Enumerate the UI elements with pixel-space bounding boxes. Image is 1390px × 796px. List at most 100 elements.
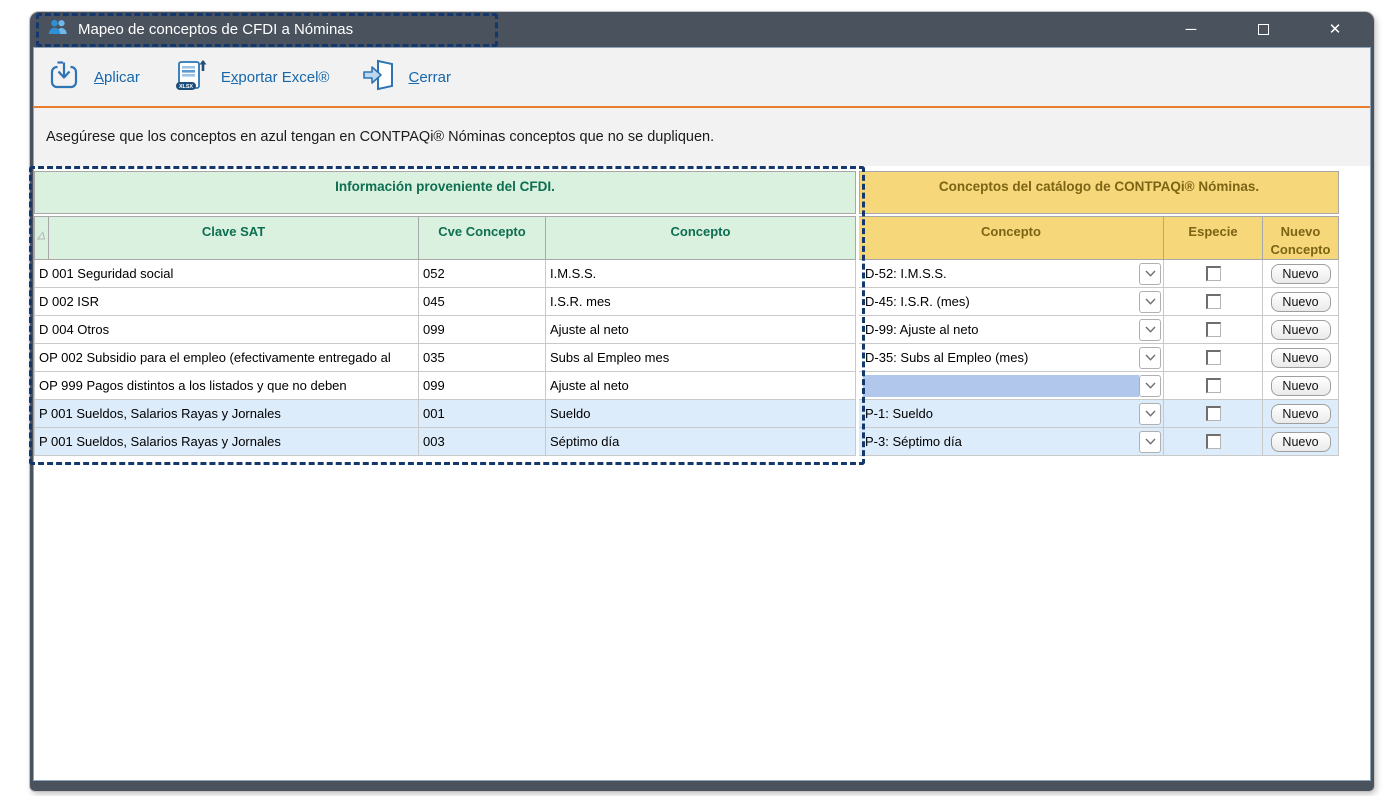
- cell-cve-concepto: 035: [419, 344, 546, 372]
- especie-checkbox[interactable]: [1206, 322, 1221, 337]
- cell-especie: [1164, 316, 1263, 344]
- window-content: Aplicar XLSX Exportar Excel®: [33, 47, 1371, 781]
- table-row: OP 999 Pagos distintos a los listados y …: [34, 372, 1339, 400]
- especie-checkbox[interactable]: [1206, 294, 1221, 309]
- cell-concepto-nominas: D-45: I.S.R. (mes): [859, 288, 1164, 316]
- sort-ascending-icon[interactable]: △: [36, 229, 47, 243]
- dropdown-value: D-35: Subs al Empleo (mes): [863, 347, 1139, 369]
- minimize-button[interactable]: ─: [1182, 21, 1200, 39]
- nuevo-concepto-button[interactable]: Nuevo: [1271, 376, 1331, 396]
- instruction-text: Asegúrese que los conceptos en azul teng…: [34, 108, 1370, 166]
- cell-concepto: I.M.S.S.: [546, 260, 856, 288]
- titlebar[interactable]: Mapeo de conceptos de CFDI a Nóminas ─ ✕: [30, 12, 1374, 47]
- cell-concepto-nominas: D-35: Subs al Empleo (mes): [859, 344, 1164, 372]
- cell-nuevo-concepto: Nuevo: [1263, 316, 1339, 344]
- aplicar-label: Aplicar: [94, 69, 140, 86]
- cerrar-label: Cerrar: [408, 69, 451, 86]
- cerrar-button[interactable]: Cerrar: [361, 57, 451, 98]
- especie-checkbox[interactable]: [1206, 406, 1221, 421]
- table-row: P 001 Sueldos, Salarios Rayas y Jornales…: [34, 400, 1339, 428]
- especie-checkbox[interactable]: [1206, 378, 1221, 393]
- cell-nuevo-concepto: Nuevo: [1263, 288, 1339, 316]
- concepto-dropdown[interactable]: D-52: I.M.S.S.: [863, 262, 1161, 286]
- group-header-row: Información proveniente del CFDI. Concep…: [34, 171, 1339, 214]
- nuevo-concepto-button[interactable]: Nuevo: [1271, 404, 1331, 424]
- nuevo-concepto-button[interactable]: Nuevo: [1271, 264, 1331, 284]
- cell-clave-sat: D 004 Otros: [34, 316, 419, 344]
- chevron-down-icon[interactable]: [1139, 319, 1161, 341]
- group-header-cfdi: Información proveniente del CFDI.: [34, 171, 856, 214]
- chevron-down-icon[interactable]: [1139, 347, 1161, 369]
- concepto-dropdown[interactable]: P-1: Sueldo: [863, 402, 1161, 426]
- table-rows: D 001 Seguridad social052I.M.S.S. D-52: I…: [34, 260, 1339, 456]
- concepto-dropdown[interactable]: D-35: Subs al Empleo (mes): [863, 346, 1161, 370]
- cell-especie: [1164, 428, 1263, 456]
- dropdown-value: D-52: I.M.S.S.: [863, 263, 1139, 285]
- dropdown-value: D-99: Ajuste al neto: [863, 319, 1139, 341]
- dropdown-value: P-3: Séptimo día: [863, 431, 1139, 453]
- chevron-down-icon[interactable]: [1139, 375, 1161, 397]
- cell-nuevo-concepto: Nuevo: [1263, 260, 1339, 288]
- col-header-nuevo-concepto[interactable]: Nuevo Concepto: [1263, 216, 1339, 260]
- concepto-dropdown[interactable]: P-3: Séptimo día: [863, 430, 1161, 454]
- cell-cve-concepto: 045: [419, 288, 546, 316]
- chevron-down-icon[interactable]: [1139, 431, 1161, 453]
- especie-checkbox[interactable]: [1206, 350, 1221, 365]
- cell-concepto: Sueldo: [546, 400, 856, 428]
- col-header-especie[interactable]: Especie: [1164, 216, 1263, 260]
- dropdown-value: D-45: I.S.R. (mes): [863, 291, 1139, 313]
- cell-clave-sat: D 001 Seguridad social: [34, 260, 419, 288]
- especie-checkbox[interactable]: [1206, 266, 1221, 281]
- cell-clave-sat: P 001 Sueldos, Salarios Rayas y Jornales: [34, 400, 419, 428]
- table-row: D 001 Seguridad social052I.M.S.S. D-52: I…: [34, 260, 1339, 288]
- col-header-concepto-nominas[interactable]: Concepto: [859, 216, 1164, 260]
- cell-concepto: Ajuste al neto: [546, 372, 856, 400]
- table-row: OP 002 Subsidio para el empleo (efectiva…: [34, 344, 1339, 372]
- cell-concepto-nominas: P-3: Séptimo día: [859, 428, 1164, 456]
- cell-clave-sat: P 001 Sueldos, Salarios Rayas y Jornales: [34, 428, 419, 456]
- maximize-icon: [1258, 24, 1269, 35]
- table-row: D 004 Otros099Ajuste al netoD-99: Ajuste…: [34, 316, 1339, 344]
- cell-concepto-nominas: P-1: Sueldo: [859, 400, 1164, 428]
- exportar-label: Exportar Excel®: [221, 69, 330, 86]
- exportar-excel-button[interactable]: XLSX Exportar Excel®: [172, 57, 330, 98]
- window-title: Mapeo de conceptos de CFDI a Nóminas: [78, 21, 353, 38]
- cell-nuevo-concepto: Nuevo: [1263, 400, 1339, 428]
- col-header-concepto[interactable]: Concepto: [546, 216, 856, 260]
- nuevo-concepto-button[interactable]: Nuevo: [1271, 292, 1331, 312]
- cell-concepto-nominas: D-52: I.M.S.S.: [859, 260, 1164, 288]
- concepto-dropdown[interactable]: [863, 374, 1161, 398]
- cell-clave-sat: OP 999 Pagos distintos a los listados y …: [34, 372, 419, 400]
- cell-concepto-nominas: [859, 372, 1164, 400]
- cell-nuevo-concepto: Nuevo: [1263, 428, 1339, 456]
- chevron-down-icon[interactable]: [1139, 403, 1161, 425]
- cell-cve-concepto: 001: [419, 400, 546, 428]
- aplicar-button[interactable]: Aplicar: [47, 58, 140, 97]
- chevron-down-icon[interactable]: [1139, 263, 1161, 285]
- maximize-button[interactable]: [1254, 21, 1272, 39]
- concepto-dropdown[interactable]: D-99: Ajuste al neto: [863, 318, 1161, 342]
- column-header-row: △ Clave SAT Cve Concepto Concepto Concep…: [34, 216, 1339, 260]
- nuevo-concepto-button[interactable]: Nuevo: [1271, 432, 1331, 452]
- cell-especie: [1164, 260, 1263, 288]
- concepto-dropdown[interactable]: D-45: I.S.R. (mes): [863, 290, 1161, 314]
- excel-export-icon: XLSX: [172, 57, 208, 98]
- table-row: D 002 ISR045I.S.R. mesD-45: I.S.R. (mes)…: [34, 288, 1339, 316]
- cell-nuevo-concepto: Nuevo: [1263, 344, 1339, 372]
- especie-checkbox[interactable]: [1206, 434, 1221, 449]
- cell-cve-concepto: 052: [419, 260, 546, 288]
- cell-cve-concepto: 099: [419, 316, 546, 344]
- nuevo-concepto-button[interactable]: Nuevo: [1271, 320, 1331, 340]
- cell-cve-concepto: 099: [419, 372, 546, 400]
- col-header-clave-sat[interactable]: Clave SAT: [49, 216, 419, 260]
- group-header-nominas: Conceptos del catálogo de CONTPAQi® Nómi…: [859, 171, 1339, 214]
- cell-cve-concepto: 003: [419, 428, 546, 456]
- app-window: Mapeo de conceptos de CFDI a Nóminas ─ ✕: [30, 12, 1374, 791]
- table-row: P 001 Sueldos, Salarios Rayas y Jornales…: [34, 428, 1339, 456]
- chevron-down-icon[interactable]: [1139, 291, 1161, 313]
- close-button[interactable]: ✕: [1326, 21, 1344, 39]
- nuevo-concepto-button[interactable]: Nuevo: [1271, 348, 1331, 368]
- col-header-cve-concepto[interactable]: Cve Concepto: [419, 216, 546, 260]
- cell-especie: [1164, 372, 1263, 400]
- cell-nuevo-concepto: Nuevo: [1263, 372, 1339, 400]
